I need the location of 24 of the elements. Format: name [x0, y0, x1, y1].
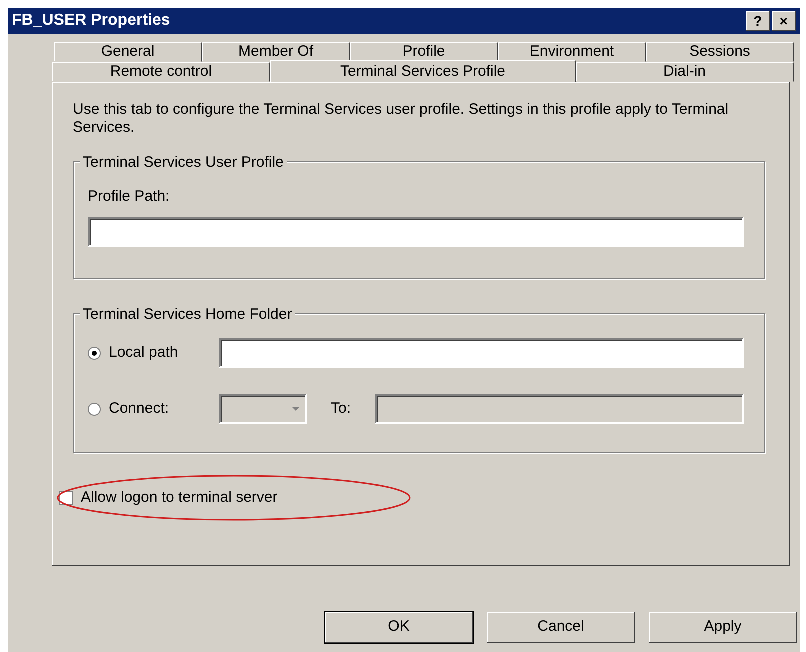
- drive-dropdown[interactable]: [219, 394, 307, 424]
- window-title: FB_USER Properties: [12, 11, 170, 31]
- checkbox-label: Allow logon to terminal server: [81, 488, 278, 508]
- dialog-button[interactable]: OK: [325, 612, 473, 643]
- tab[interactable]: Remote control: [52, 62, 270, 82]
- local-path-field[interactable]: [219, 338, 744, 368]
- tab[interactable]: Dial-in: [576, 62, 794, 82]
- profile-path-field[interactable]: [88, 216, 744, 246]
- tab[interactable]: Member Of: [202, 42, 350, 62]
- field-label: Profile Path:: [88, 187, 171, 207]
- close-button[interactable]: ×: [772, 11, 796, 31]
- radio-button[interactable]: [88, 346, 101, 360]
- tab[interactable]: Terminal Services Profile: [270, 60, 576, 82]
- tab[interactable]: Sessions: [646, 42, 794, 62]
- tab[interactable]: Profile: [350, 42, 498, 62]
- dialog-button[interactable]: Cancel: [487, 612, 635, 643]
- dialog-button[interactable]: Apply: [649, 612, 797, 643]
- radio-button[interactable]: [88, 402, 101, 416]
- description-text: Use this tab to configure the Terminal Services user profile. Settings in this profile apply to Terminal Services.: [73, 101, 730, 137]
- radio-label: Connect:: [109, 398, 170, 419]
- help-button[interactable]: ?: [746, 11, 770, 31]
- tab[interactable]: Environment: [498, 42, 646, 62]
- to-label: To:: [331, 398, 352, 419]
- radio-label: Local path: [109, 342, 180, 363]
